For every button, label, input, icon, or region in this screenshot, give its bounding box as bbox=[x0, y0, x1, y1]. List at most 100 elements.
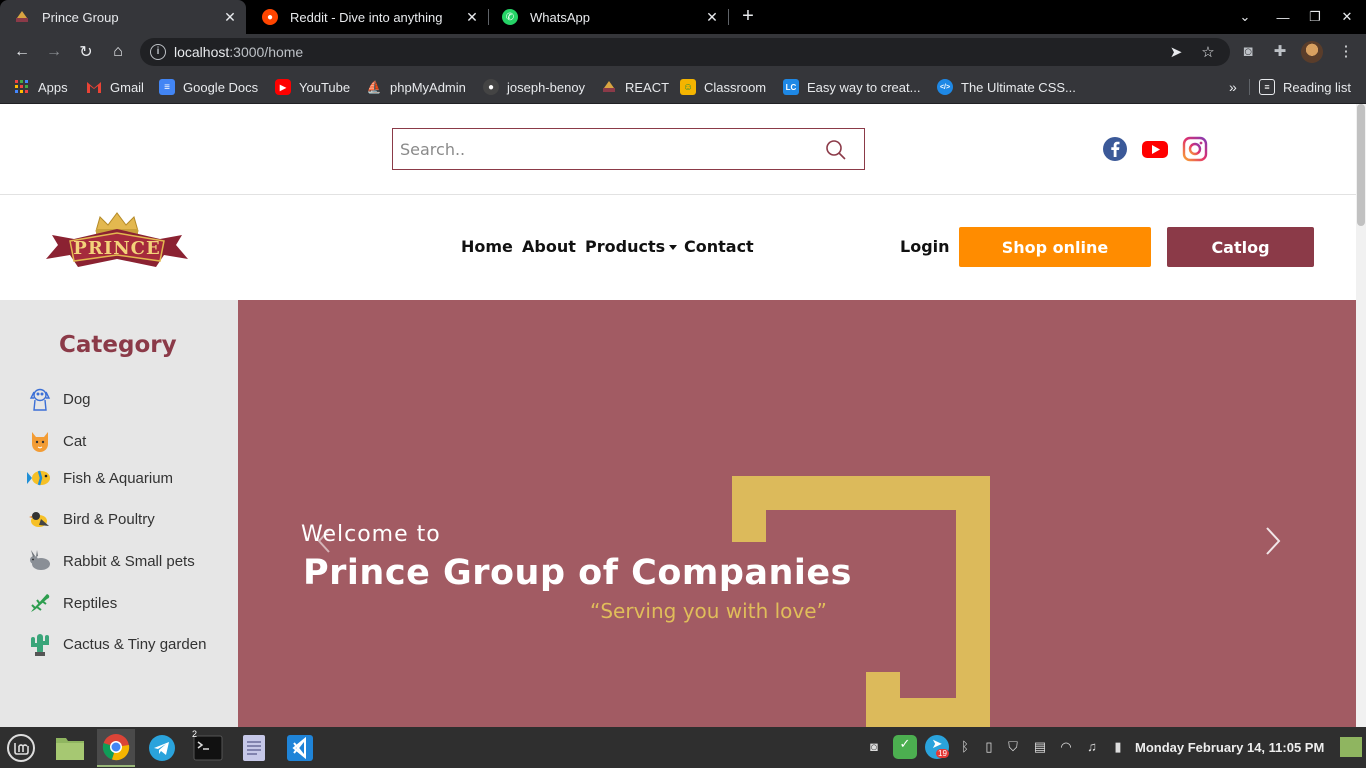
carousel-prev-icon[interactable] bbox=[316, 528, 332, 554]
menu-kebab-icon[interactable]: ⋮ bbox=[1335, 41, 1357, 63]
show-desktop-icon[interactable] bbox=[1340, 737, 1362, 757]
send-icon[interactable]: ➤ bbox=[1167, 44, 1185, 62]
telegram-badge: 19 bbox=[936, 749, 949, 758]
tab-title: Prince Group bbox=[42, 9, 119, 25]
nav-about[interactable]: About bbox=[522, 237, 576, 256]
bookmark-star-icon[interactable]: ☆ bbox=[1199, 44, 1217, 62]
sound-icon[interactable]: ♫ bbox=[1083, 738, 1101, 756]
screenshot-tray-icon[interactable]: ◙ bbox=[865, 738, 883, 756]
catalog-button[interactable]: Catlog bbox=[1167, 227, 1314, 267]
extensions-puzzle-icon[interactable]: ✚ bbox=[1269, 41, 1291, 63]
camera-extension-icon[interactable]: ◙ bbox=[1237, 41, 1259, 63]
restore-icon[interactable]: ❐ bbox=[1299, 0, 1331, 34]
wifi-icon[interactable]: ◠ bbox=[1057, 738, 1075, 756]
category-item-cat[interactable]: Cat bbox=[27, 427, 86, 455]
text-editor-icon[interactable] bbox=[235, 729, 273, 767]
bookmark-label: joseph-benoy bbox=[507, 79, 586, 95]
bookmark-youtube[interactable]: ▶ YouTube bbox=[275, 77, 350, 97]
update-manager-icon[interactable]: ✓ bbox=[893, 735, 917, 759]
reload-icon[interactable]: ↻ bbox=[74, 40, 98, 64]
lc-icon: LC bbox=[783, 79, 799, 95]
login-link[interactable]: Login bbox=[900, 237, 950, 256]
category-label: Cat bbox=[63, 432, 87, 450]
tab-prince-group[interactable]: Prince Group ✕ bbox=[0, 0, 246, 34]
clock[interactable]: Monday February 14, 11:05 PM bbox=[1135, 740, 1324, 755]
nav-products[interactable]: Products bbox=[585, 237, 678, 256]
site-info-icon[interactable]: i bbox=[150, 44, 166, 60]
logo-text: PRINCE bbox=[73, 238, 160, 259]
forward-icon[interactable]: → bbox=[42, 40, 66, 64]
telegram-icon[interactable] bbox=[143, 729, 181, 767]
category-label: Reptiles bbox=[63, 594, 118, 612]
bookmark-google-docs[interactable]: ≡ Google Docs bbox=[159, 77, 258, 97]
scrollbar-thumb[interactable] bbox=[1357, 104, 1365, 226]
address-bar[interactable]: i localhost:3000/home ➤ ☆ bbox=[140, 38, 1230, 66]
category-item-reptiles[interactable]: Reptiles bbox=[27, 589, 117, 617]
search-icon[interactable] bbox=[825, 139, 847, 161]
bookmark-gmail[interactable]: Gmail bbox=[86, 77, 144, 97]
dog-icon bbox=[27, 386, 53, 412]
page-scrollbar[interactable] bbox=[1356, 104, 1366, 727]
new-tab-button[interactable]: + bbox=[738, 6, 758, 28]
more-bookmarks-icon[interactable]: » bbox=[1229, 77, 1237, 97]
tab-whatsapp[interactable]: ✆ WhatsApp ✕ bbox=[488, 0, 728, 34]
bluetooth-icon[interactable]: ᛒ bbox=[956, 738, 974, 756]
minimize-icon[interactable]: — bbox=[1267, 0, 1299, 34]
cat-icon bbox=[27, 428, 53, 454]
bookmark-classroom[interactable]: ☺ Classroom bbox=[680, 77, 766, 97]
category-item-cactus[interactable]: Cactus & Tiny garden bbox=[27, 630, 206, 658]
bookmark-label: Gmail bbox=[110, 79, 144, 95]
profile-avatar[interactable] bbox=[1301, 41, 1323, 63]
nav-home[interactable]: Home bbox=[461, 237, 513, 256]
reddit-icon: ● bbox=[262, 9, 278, 25]
close-tab-icon[interactable]: ✕ bbox=[702, 9, 722, 26]
search-input[interactable] bbox=[393, 129, 813, 169]
battery-icon[interactable]: ▮ bbox=[1109, 738, 1127, 756]
nav-contact[interactable]: Contact bbox=[684, 237, 754, 256]
mint-menu-icon[interactable] bbox=[2, 729, 40, 767]
close-window-icon[interactable]: ✕ bbox=[1331, 0, 1363, 34]
back-icon[interactable]: ← bbox=[10, 40, 34, 64]
reading-list-button[interactable]: ≡ Reading list bbox=[1259, 77, 1351, 97]
rabbit-icon bbox=[27, 548, 53, 574]
youtube-icon[interactable] bbox=[1141, 136, 1168, 162]
files-icon[interactable] bbox=[51, 729, 89, 767]
shop-online-button[interactable]: Shop online bbox=[959, 227, 1151, 267]
bookmark-label: Classroom bbox=[704, 79, 767, 95]
clipboard-icon[interactable]: ▯ bbox=[980, 738, 998, 756]
instagram-icon[interactable] bbox=[1182, 136, 1208, 162]
tab-reddit[interactable]: ● Reddit - Dive into anything ✕ bbox=[248, 0, 488, 34]
category-item-dog[interactable]: Dog bbox=[27, 385, 91, 413]
chrome-icon[interactable] bbox=[97, 729, 135, 767]
carousel-next-icon[interactable] bbox=[1264, 526, 1282, 556]
close-tab-icon[interactable]: ✕ bbox=[462, 9, 482, 26]
github-icon: ● bbox=[483, 79, 499, 95]
tab-search-icon[interactable]: ⌄ bbox=[1229, 0, 1261, 34]
bookmark-easy-way[interactable]: LC Easy way to creat... bbox=[783, 77, 920, 97]
bookmark-ultimate-css[interactable]: </> The Ultimate CSS... bbox=[937, 77, 1076, 97]
terminal-icon[interactable]: 2 bbox=[189, 729, 227, 767]
youtube-icon: ▶ bbox=[275, 79, 291, 95]
bookmark-react[interactable]: REACT bbox=[601, 77, 669, 97]
shield-icon[interactable]: ⛉ bbox=[1004, 738, 1022, 756]
prince-logo[interactable]: PRINCE bbox=[44, 205, 190, 277]
bookmark-label: Easy way to creat... bbox=[807, 79, 921, 95]
category-sidebar: Category Dog Cat Fish & Aquarium Bird & … bbox=[0, 300, 238, 727]
bookmark-apps[interactable]: Apps bbox=[14, 77, 68, 97]
home-icon[interactable]: ⌂ bbox=[106, 40, 130, 64]
tab-title: WhatsApp bbox=[530, 9, 590, 25]
bookmark-github[interactable]: ● joseph-benoy bbox=[483, 77, 585, 97]
vscode-icon[interactable] bbox=[281, 729, 319, 767]
category-heading: Category bbox=[59, 332, 177, 358]
notes-icon[interactable]: ▤ bbox=[1031, 738, 1049, 756]
bookmark-label: REACT bbox=[625, 79, 670, 95]
bookmark-label: Google Docs bbox=[183, 79, 259, 95]
facebook-icon[interactable] bbox=[1102, 136, 1128, 162]
category-item-bird[interactable]: Bird & Poultry bbox=[27, 505, 155, 533]
bookmark-phpmyadmin[interactable]: ⛵ phpMyAdmin bbox=[366, 77, 466, 97]
bookmark-divider bbox=[1249, 79, 1250, 95]
terminal-badge: 2 bbox=[192, 729, 198, 739]
close-tab-icon[interactable]: ✕ bbox=[220, 9, 240, 26]
category-item-rabbit[interactable]: Rabbit & Small pets bbox=[27, 547, 195, 575]
category-item-fish[interactable]: Fish & Aquarium bbox=[27, 464, 173, 492]
